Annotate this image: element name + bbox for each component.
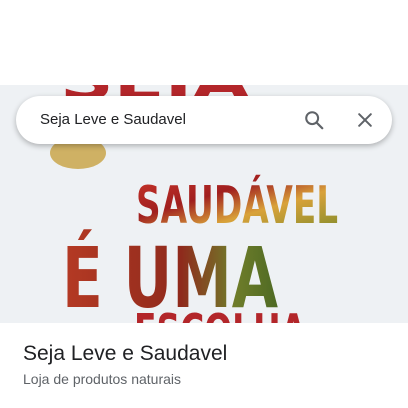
search-button[interactable] [298, 104, 330, 136]
place-title[interactable]: Seja Leve e Saudavel [23, 340, 227, 368]
hero-line-2: SAUDÁVEL [136, 175, 338, 236]
close-icon [358, 113, 372, 127]
hero-line-4: ESCOLHA [134, 304, 306, 323]
close-button[interactable] [349, 104, 381, 136]
place-category: Loja de produtos naturais [23, 371, 181, 387]
search-icon [305, 111, 324, 130]
place-info: Seja Leve e Saudavel Loja de produtos na… [23, 340, 227, 388]
search-bar[interactable]: Seja Leve e Saudavel [16, 96, 392, 144]
search-input[interactable]: Seja Leve e Saudavel [40, 96, 186, 144]
top-blank-area [0, 0, 408, 85]
